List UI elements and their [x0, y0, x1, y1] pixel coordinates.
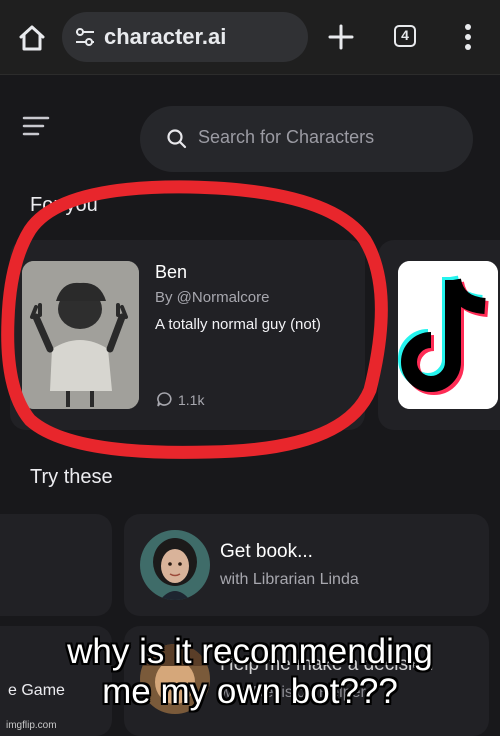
- search-input[interactable]: Search for Characters: [140, 106, 473, 172]
- url-text[interactable]: character.ai: [104, 24, 226, 50]
- meme-caption-line2: me my own bot???: [102, 672, 398, 711]
- chat-count: 1.1k: [178, 392, 205, 408]
- tab-switcher-button[interactable]: 4: [394, 25, 416, 47]
- suggestion-subtitle: with Librarian Linda: [220, 571, 359, 588]
- section-title-try-these: Try these: [30, 466, 113, 488]
- suggestion-card-partial-left[interactable]: [0, 514, 112, 616]
- chat-bubble-icon: [157, 392, 172, 407]
- librarian-avatar: [140, 530, 210, 600]
- menu-icon[interactable]: [22, 115, 50, 137]
- browser-toolbar: character.ai 4: [0, 0, 500, 75]
- character-avatar: [22, 261, 139, 409]
- sketch-avatar-image: [22, 261, 139, 409]
- new-tab-icon[interactable]: [326, 22, 356, 52]
- character-card-partial[interactable]: [378, 240, 500, 430]
- character-avatar: [398, 261, 498, 409]
- watermark: imgflip.com: [6, 720, 57, 731]
- character-creator: By @Normalcore: [155, 289, 270, 306]
- meme-caption-line1: why is it recommending: [67, 632, 433, 671]
- address-bar[interactable]: character.ai: [62, 12, 308, 62]
- section-title-for-you: For you: [30, 194, 98, 216]
- character-description: A totally normal guy (not): [155, 316, 321, 333]
- site-settings-icon[interactable]: [74, 27, 96, 47]
- suggestion-card-librarian[interactable]: Get book... with Librarian Linda: [124, 514, 489, 616]
- suggestion-title: Get book...: [220, 541, 313, 562]
- more-options-icon[interactable]: [458, 22, 478, 52]
- search-icon: [167, 129, 187, 149]
- home-icon[interactable]: [16, 22, 48, 54]
- tiktok-logo-icon: [398, 261, 498, 409]
- character-card-ben[interactable]: Ben By @Normalcore A totally normal guy …: [10, 240, 365, 430]
- search-placeholder: Search for Characters: [198, 127, 375, 147]
- character-name: Ben: [155, 262, 188, 282]
